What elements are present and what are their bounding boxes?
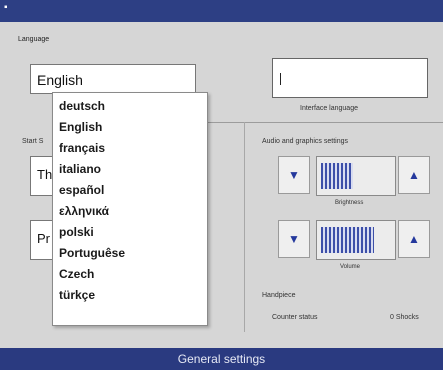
status-bar: General settings: [0, 348, 443, 370]
language-select[interactable]: English: [30, 64, 196, 94]
volume-caption: Volume: [340, 264, 361, 270]
language-option[interactable]: deutsch: [59, 99, 105, 113]
volume-decrease-button[interactable]: ▼: [278, 220, 310, 258]
volume-meter: [316, 220, 396, 260]
language-dropdown-list[interactable]: deutsch English français italiano español ελλ…: [52, 92, 208, 326]
language-option[interactable]: English: [59, 120, 102, 134]
window-menu-icon[interactable]: ▪: [4, 3, 14, 13]
start-field-2-text: Pr: [37, 231, 50, 246]
volume-level-bars: [321, 227, 374, 253]
divider-vertical: [244, 122, 245, 332]
language-option[interactable]: italiano: [59, 162, 101, 176]
start-field-1-text: Th: [37, 167, 53, 182]
counter-status-label: Counter status: [272, 314, 318, 321]
language-option[interactable]: Czech: [59, 267, 94, 281]
brightness-decrease-button[interactable]: ▼: [278, 156, 310, 194]
language-option[interactable]: Portuguêse: [59, 246, 125, 260]
language-option[interactable]: français: [59, 141, 105, 155]
triangle-up-icon: ▲: [408, 168, 420, 182]
brightness-increase-button[interactable]: ▲: [398, 156, 430, 194]
interface-language-input[interactable]: [272, 58, 428, 98]
language-select-value: English: [37, 72, 83, 88]
text-caret: [280, 73, 281, 85]
handpiece-label: Handpiece: [262, 292, 296, 299]
brightness-caption: Brightness: [335, 200, 364, 206]
divider-horizontal: [196, 122, 443, 123]
language-option[interactable]: türkçe: [59, 288, 95, 302]
audio-graphics-label: Audio and graphics settings: [262, 138, 348, 145]
brightness-level-bars: [321, 163, 353, 189]
triangle-down-icon: ▼: [288, 168, 300, 182]
language-option[interactable]: ελληνικά: [59, 204, 109, 218]
title-bar: ▪: [0, 0, 443, 22]
brightness-meter: [316, 156, 396, 196]
interface-language-caption: Interface language: [300, 105, 358, 112]
screen-title: General settings: [177, 352, 266, 366]
language-option[interactable]: polski: [59, 225, 94, 239]
language-group-label: Language: [18, 36, 50, 43]
language-option[interactable]: español: [59, 183, 104, 197]
triangle-up-icon: ▲: [408, 232, 420, 246]
triangle-down-icon: ▼: [288, 232, 300, 246]
volume-increase-button[interactable]: ▲: [398, 220, 430, 258]
shock-count: 0 Shocks: [390, 314, 419, 321]
start-group-label: Start S: [22, 138, 44, 145]
